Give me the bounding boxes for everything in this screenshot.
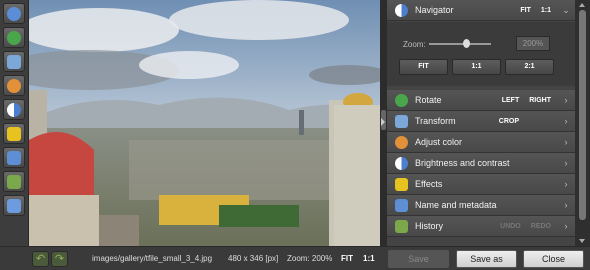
rotate-label: Rotate bbox=[415, 95, 442, 105]
zoom-2to1-button[interactable]: 2:1 bbox=[505, 59, 554, 75]
effects-icon bbox=[395, 177, 408, 191]
redo-icon: ↷ bbox=[54, 253, 65, 265]
history-redo-link[interactable]: REDO bbox=[531, 223, 551, 230]
history-label: History bbox=[415, 221, 444, 231]
metadata-label: Name and metadata bbox=[415, 200, 497, 210]
navigator-label: Navigator bbox=[415, 5, 454, 15]
panel-row-adjust-color[interactable]: Adjust color › bbox=[387, 132, 575, 153]
image-viewer[interactable] bbox=[29, 0, 380, 246]
gallery-tool-button[interactable] bbox=[3, 195, 25, 216]
panel-row-metadata[interactable]: Name and metadata › bbox=[387, 195, 575, 216]
history-tool-button[interactable] bbox=[3, 171, 25, 192]
file-path: images/gallery/tfile_small_3_4.jpg bbox=[92, 254, 213, 263]
brightness-tool-button[interactable] bbox=[3, 99, 25, 120]
crop-link[interactable]: CROP bbox=[499, 118, 519, 125]
color-tool-button[interactable] bbox=[3, 75, 25, 96]
chevron-right-icon: › bbox=[564, 158, 568, 168]
effects-icon bbox=[7, 126, 21, 141]
crop-tool-button[interactable] bbox=[3, 51, 25, 72]
brightness-icon bbox=[7, 102, 21, 117]
chevron-right-icon: › bbox=[564, 95, 568, 105]
chevron-right-icon: › bbox=[564, 179, 568, 189]
undo-button[interactable]: ↶ bbox=[32, 251, 49, 267]
save-as-button[interactable]: Save as bbox=[456, 250, 517, 268]
navigator-1to1-link[interactable]: 1:1 bbox=[541, 7, 551, 14]
zoom-icon bbox=[7, 6, 21, 21]
chevron-right-icon: › bbox=[564, 137, 568, 147]
chevron-right-icon: › bbox=[564, 116, 568, 126]
scroll-down-icon[interactable] bbox=[579, 239, 585, 243]
history-icon bbox=[7, 174, 21, 189]
metadata-icon bbox=[7, 150, 21, 165]
chevron-right-icon: › bbox=[564, 200, 568, 210]
photo-cityscape bbox=[29, 0, 380, 246]
transform-icon bbox=[395, 114, 408, 128]
status-fit-link[interactable]: FIT bbox=[341, 254, 353, 263]
metadata-icon bbox=[395, 198, 408, 212]
zoom-slider[interactable] bbox=[429, 43, 491, 45]
zoom-label: Zoom: bbox=[403, 40, 426, 49]
palette-icon bbox=[7, 78, 21, 93]
navigator-icon bbox=[395, 3, 408, 17]
zoom-value-field[interactable]: 200% bbox=[516, 36, 550, 51]
zoom-tool-button[interactable] bbox=[3, 3, 25, 24]
rotate-right-link[interactable]: RIGHT bbox=[529, 97, 551, 104]
redo-button[interactable]: ↷ bbox=[51, 251, 68, 267]
zoom-1to1-button[interactable]: 1:1 bbox=[452, 59, 501, 75]
zoom-fit-button[interactable]: FIT bbox=[399, 59, 448, 75]
brightness-label: Brightness and contrast bbox=[415, 158, 510, 168]
chevron-right-icon: › bbox=[564, 221, 568, 231]
navigator-fit-link[interactable]: FIT bbox=[520, 7, 531, 14]
expand-panel-arrow-icon[interactable] bbox=[381, 118, 385, 126]
panel-row-effects[interactable]: Effects › bbox=[387, 174, 575, 195]
palette-icon bbox=[395, 135, 408, 149]
rotate-icon bbox=[395, 93, 408, 107]
metadata-tool-button[interactable] bbox=[3, 147, 25, 168]
panel-scroll-thumb[interactable] bbox=[579, 10, 586, 220]
image-dimensions: 480 x 346 [px] bbox=[228, 254, 279, 263]
panel-row-transform[interactable]: Transform CROP › bbox=[387, 111, 575, 132]
rotate-left-link[interactable]: LEFT bbox=[502, 97, 520, 104]
scroll-up-icon[interactable] bbox=[579, 3, 585, 7]
status-bar: ↶ ↷ images/gallery/tfile_small_3_4.jpg 4… bbox=[0, 246, 590, 270]
brightness-icon bbox=[395, 156, 408, 170]
chevron-down-icon[interactable]: ⌄ bbox=[561, 5, 571, 16]
left-toolbar bbox=[0, 0, 29, 270]
navigator-header[interactable]: Navigator FIT 1:1 ⌄ bbox=[387, 0, 575, 21]
status-1to1-link[interactable]: 1:1 bbox=[363, 254, 375, 263]
effects-label: Effects bbox=[415, 179, 443, 189]
effects-tool-button[interactable] bbox=[3, 123, 25, 144]
rotate-tool-button[interactable] bbox=[3, 27, 25, 48]
gallery-icon bbox=[7, 198, 21, 213]
undo-icon: ↶ bbox=[35, 253, 46, 265]
save-button[interactable]: Save bbox=[388, 250, 449, 268]
rotate-icon bbox=[7, 30, 21, 45]
history-undo-link[interactable]: UNDO bbox=[500, 223, 521, 230]
adjust-color-label: Adjust color bbox=[415, 137, 463, 147]
zoom-readout: Zoom: 200% bbox=[287, 254, 333, 263]
close-button[interactable]: Close bbox=[523, 250, 584, 268]
crop-icon bbox=[7, 54, 21, 69]
panel-scrollbar[interactable] bbox=[575, 0, 590, 246]
panel-row-brightness[interactable]: Brightness and contrast › bbox=[387, 153, 575, 174]
panel-row-history[interactable]: History UNDO REDO › bbox=[387, 216, 575, 237]
tools-panel: Navigator FIT 1:1 ⌄ Zoom: 200% FIT 1:1 2… bbox=[387, 0, 575, 246]
transform-label: Transform bbox=[415, 116, 456, 126]
history-icon bbox=[395, 219, 408, 233]
panel-row-rotate[interactable]: Rotate LEFT RIGHT › bbox=[387, 90, 575, 111]
zoom-slider-knob[interactable] bbox=[462, 39, 470, 48]
navigator-body: Zoom: 200% FIT 1:1 2:1 bbox=[387, 22, 575, 86]
